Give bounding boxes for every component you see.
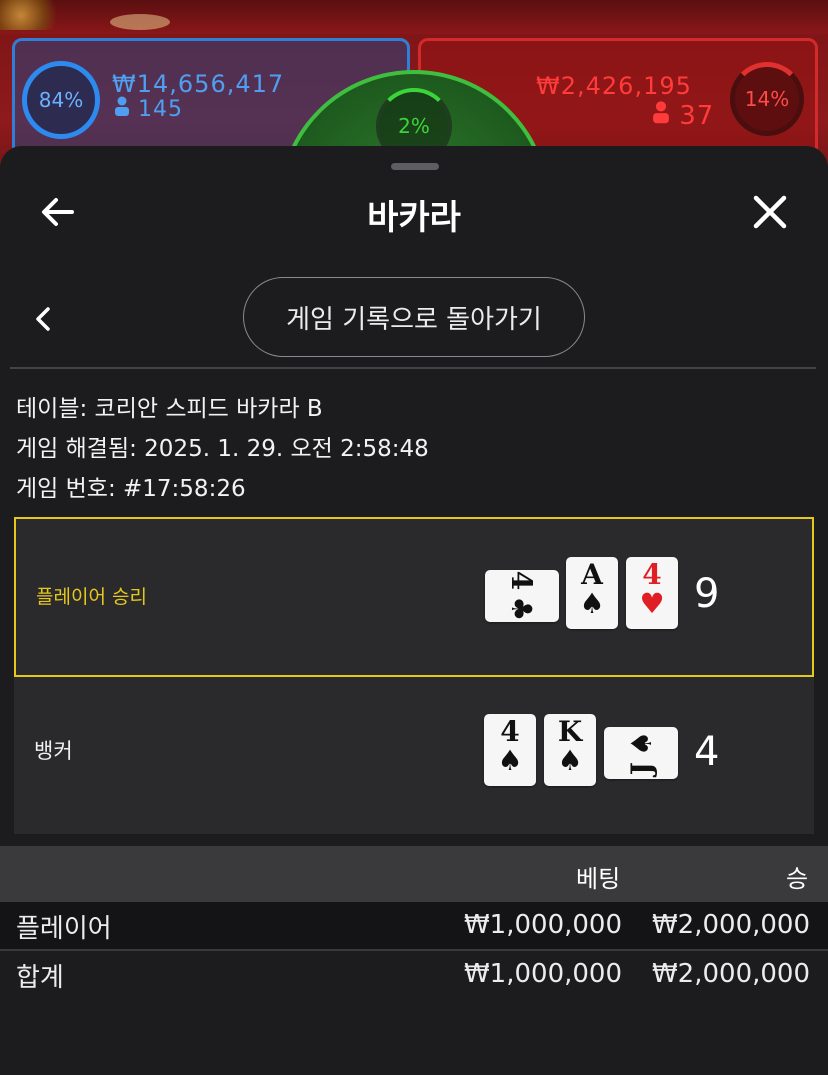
player-bettor-count: 145 <box>114 96 183 122</box>
card-rank: A <box>581 558 603 591</box>
game-number: 게임 번호: #17:58:26 <box>16 476 246 502</box>
back-to-history-button[interactable]: 게임 기록으로 돌아가기 <box>243 277 585 357</box>
sheet-grabber[interactable] <box>391 163 439 170</box>
card-suit: ♥ <box>639 587 665 620</box>
card-suit: ♣ <box>505 596 539 622</box>
banker-result-label: 뱅커 <box>34 739 73 763</box>
card-suit: ♠ <box>557 744 583 777</box>
card-suit: ♠ <box>579 587 605 620</box>
total-label: 합계 <box>16 963 64 993</box>
card-suit: ♠ <box>497 744 523 777</box>
player-count: 145 <box>138 97 183 122</box>
table-name: 테이블: 코리안 스피드 바카라 B <box>16 396 323 422</box>
player-total-amount: ₩14,656,417 <box>112 70 285 98</box>
card-4-clubs: 4 ♣ <box>485 570 559 622</box>
card-rank: 4 <box>642 558 662 591</box>
card-4-hearts: 4 ♥ <box>626 557 678 629</box>
win-column-header: 승 <box>786 865 809 893</box>
banker-percent-ring: 14% <box>730 62 804 136</box>
card-4-spades: 4 ♠ <box>484 714 536 786</box>
sheet-header: 바카라 <box>0 186 828 238</box>
page-title: 바카라 <box>367 198 461 238</box>
player-result-label: 플레이어 승리 <box>36 586 147 608</box>
banker-bettor-count: 37 <box>652 100 714 131</box>
person-icon <box>114 96 138 122</box>
close-icon[interactable] <box>748 190 792 234</box>
tie-percent: 2% <box>398 114 430 138</box>
game-resolved-time: 게임 해결됨: 2025. 1. 29. 오전 2:58:48 <box>16 436 429 462</box>
card-king-spades: K ♠ <box>544 714 596 786</box>
banker-hand: 뱅커 4 ♠ K ♠ J ♠ 4 <box>14 677 814 834</box>
divider <box>10 367 816 369</box>
table-row-total: 합계 ₩1,000,000 ₩2,000,000 <box>0 951 828 999</box>
banker-score: 4 <box>694 729 720 775</box>
banker-percent: 14% <box>744 87 790 111</box>
bet-amount: ₩1,000,000 <box>463 910 622 940</box>
person-icon <box>652 101 679 131</box>
player-percent: 84% <box>38 88 84 112</box>
card-suit: ♠ <box>624 730 658 756</box>
card-rank: 4 <box>505 570 539 591</box>
total-bet-amount: ₩1,000,000 <box>463 959 622 989</box>
decoration <box>110 14 170 30</box>
back-to-history-label: 게임 기록으로 돌아가기 <box>286 304 542 335</box>
card-ace-spades: A ♠ <box>566 557 618 629</box>
table-row: 플레이어 ₩1,000,000 ₩2,000,000 <box>0 902 828 950</box>
player-score: 9 <box>694 571 720 617</box>
game-history-sheet: 바카라 게임 기록으로 돌아가기 테이블: 코리안 스피드 바카라 B 게임 해… <box>0 146 828 1075</box>
card-rank: J <box>624 761 658 776</box>
bet-name: 플레이어 <box>16 914 112 944</box>
bet-column-header: 베팅 <box>576 865 621 893</box>
card-rank: 4 <box>500 715 520 748</box>
banker-total-amount: ₩2,426,195 <box>536 72 692 100</box>
win-amount: ₩2,000,000 <box>651 910 810 940</box>
player-hand: 플레이어 승리 4 ♣ A ♠ 4 ♥ 9 <box>14 517 814 677</box>
player-percent-ring: 84% <box>22 61 100 139</box>
banker-count: 37 <box>679 101 715 131</box>
gold-decoration <box>0 0 70 30</box>
card-jack-spades: J ♠ <box>604 727 678 779</box>
bets-table-header: 베팅 승 <box>0 846 828 902</box>
card-rank: K <box>557 715 583 748</box>
chevron-left-icon[interactable] <box>28 301 58 337</box>
total-win-amount: ₩2,000,000 <box>651 959 810 989</box>
